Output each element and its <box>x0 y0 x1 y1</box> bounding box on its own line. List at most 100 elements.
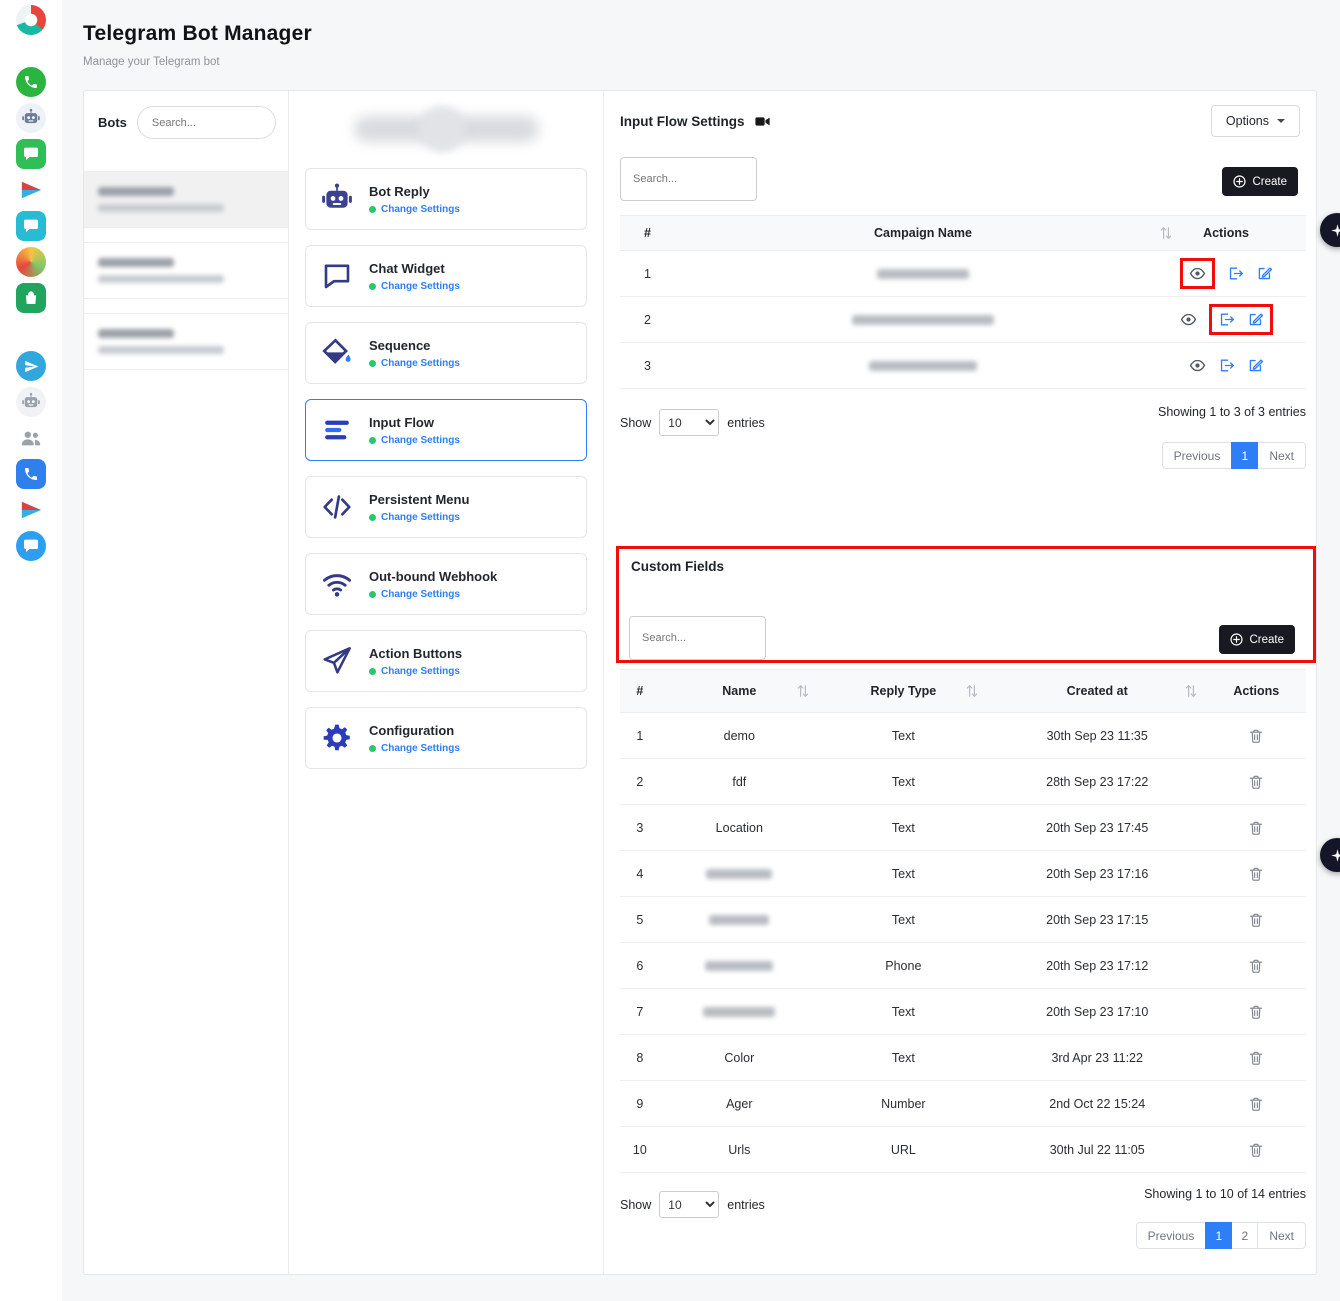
previous-page-button[interactable]: Previous <box>1136 1222 1207 1249</box>
page-header: Telegram Bot Manager Manage your Telegra… <box>62 0 1340 68</box>
integrations-icon[interactable] <box>16 247 46 277</box>
table-row: 10 Urls URL 30th Jul 22 11:05 <box>620 1127 1306 1173</box>
menu-card-title: Action Buttons <box>369 646 462 661</box>
chevron-down-icon <box>1277 119 1285 123</box>
menu-card-outbound-webhook[interactable]: Out-bound Webhook Change Settings <box>305 553 587 615</box>
field-reply-type: Text <box>819 913 988 927</box>
status-dot <box>369 514 376 521</box>
page-size-select[interactable]: 10 <box>659 409 719 436</box>
delete-button[interactable] <box>1248 866 1264 882</box>
page-size-control: Show 10 entries <box>620 409 765 436</box>
change-settings-link[interactable]: Change Settings <box>381 743 460 754</box>
custom-fields-table-header: # Name Reply Type Created at <box>620 669 1306 713</box>
table-row: 1 <box>620 251 1306 297</box>
menu-card-input-flow[interactable]: Input Flow Change Settings <box>305 399 587 461</box>
change-settings-link[interactable]: Change Settings <box>381 358 460 369</box>
menu-card-persistent-menu[interactable]: Persistent Menu Change Settings <box>305 476 587 538</box>
export-button[interactable] <box>1218 357 1235 374</box>
previous-page-button[interactable]: Previous <box>1162 442 1233 469</box>
campaign-search-input[interactable] <box>620 157 757 201</box>
options-button[interactable]: Options <box>1211 105 1300 137</box>
custom-fields-table: # Name Reply Type Created at <box>620 669 1306 1173</box>
view-button[interactable] <box>1189 265 1206 282</box>
row-index: 4 <box>620 867 660 881</box>
custom-fields-search-input[interactable] <box>629 616 766 660</box>
bot-list-item[interactable] <box>84 171 288 228</box>
delete-button[interactable] <box>1248 1096 1264 1112</box>
chat-bubble-icon <box>318 261 356 291</box>
paint-bucket-icon <box>318 337 356 369</box>
shop-icon[interactable] <box>16 283 46 313</box>
delete-button[interactable] <box>1248 820 1264 836</box>
redacted-field-name <box>660 915 819 925</box>
sort-icon[interactable] <box>797 684 809 698</box>
menu-card-action-buttons[interactable]: Action Buttons Change Settings <box>305 630 587 692</box>
app-logo[interactable] <box>16 5 46 35</box>
page-subtitle: Manage your Telegram bot <box>83 56 1340 68</box>
page-1-button[interactable]: 1 <box>1231 442 1258 469</box>
edit-button[interactable] <box>1256 265 1273 282</box>
menu-card-chat-widget[interactable]: Chat Widget Change Settings <box>305 245 587 307</box>
wa-business-icon[interactable] <box>16 139 46 169</box>
field-reply-type: URL <box>819 1143 988 1157</box>
change-settings-link[interactable]: Change Settings <box>381 204 460 215</box>
chatbot-icon[interactable] <box>16 103 46 133</box>
telegram-icon[interactable] <box>16 351 46 381</box>
delete-button[interactable] <box>1248 774 1264 790</box>
delete-button[interactable] <box>1248 1004 1264 1020</box>
view-button[interactable] <box>1180 311 1197 328</box>
table-row: 2 fdf Text 28th Sep 23 17:22 <box>620 759 1306 805</box>
bars-icon <box>318 415 356 445</box>
bot-gray-icon[interactable] <box>16 387 46 417</box>
next-page-button[interactable]: Next <box>1257 1222 1306 1249</box>
page-1-button[interactable]: 1 <box>1205 1222 1232 1249</box>
group-chat-icon[interactable] <box>16 423 46 453</box>
page-2-button[interactable]: 2 <box>1231 1222 1258 1249</box>
delete-button[interactable] <box>1248 728 1264 744</box>
sort-icon[interactable] <box>1185 684 1197 698</box>
redacted-bot-username <box>98 275 224 283</box>
change-settings-link[interactable]: Change Settings <box>381 281 460 292</box>
whatsapp-icon[interactable] <box>16 67 46 97</box>
export-button[interactable] <box>1218 311 1235 328</box>
teal-chat-icon[interactable] <box>16 211 46 241</box>
telegram-colored-icon[interactable] <box>16 175 46 205</box>
edit-button[interactable] <box>1247 311 1264 328</box>
row-index: 3 <box>620 821 660 835</box>
delete-button[interactable] <box>1248 912 1264 928</box>
menu-card-configuration[interactable]: Configuration Change Settings <box>305 707 587 769</box>
create-custom-field-button[interactable]: Create <box>1219 625 1295 654</box>
export-button[interactable] <box>1227 265 1244 282</box>
row-index: 3 <box>620 359 700 373</box>
bots-search-input[interactable] <box>137 106 276 139</box>
view-button[interactable] <box>1189 357 1206 374</box>
delete-button[interactable] <box>1248 1142 1264 1158</box>
change-settings-link[interactable]: Change Settings <box>381 512 460 523</box>
field-reply-type: Text <box>819 821 988 835</box>
page-size-select[interactable]: 10 <box>659 1191 719 1218</box>
delete-button[interactable] <box>1248 958 1264 974</box>
menu-card-sequence[interactable]: Sequence Change Settings <box>305 322 587 384</box>
change-settings-link[interactable]: Change Settings <box>381 666 460 677</box>
blue-chat-icon[interactable] <box>16 531 46 561</box>
change-settings-link[interactable]: Change Settings <box>381 589 460 600</box>
bot-list-item[interactable] <box>84 313 288 370</box>
delete-button[interactable] <box>1248 1050 1264 1066</box>
edit-button[interactable] <box>1247 357 1264 374</box>
bots-panel-title: Bots <box>98 115 127 130</box>
field-name: fdf <box>660 775 819 789</box>
telegram-colored-2-icon[interactable] <box>16 495 46 525</box>
create-campaign-button[interactable]: Create <box>1222 167 1298 196</box>
redacted-bot-name <box>98 329 174 338</box>
sort-icon[interactable] <box>966 684 978 698</box>
sparkle-icon <box>1330 223 1340 238</box>
next-page-button[interactable]: Next <box>1257 442 1306 469</box>
menu-card-bot-reply[interactable]: Bot Reply Change Settings <box>305 168 587 230</box>
change-settings-link[interactable]: Change Settings <box>381 435 460 446</box>
field-created-at: 20th Sep 23 17:12 <box>988 959 1207 973</box>
main-area: Telegram Bot Manager Manage your Telegra… <box>62 0 1340 1301</box>
bot-list-item[interactable] <box>84 242 288 299</box>
menu-card-title: Configuration <box>369 723 460 738</box>
call-icon[interactable] <box>16 459 46 489</box>
page-title: Telegram Bot Manager <box>83 22 1340 46</box>
